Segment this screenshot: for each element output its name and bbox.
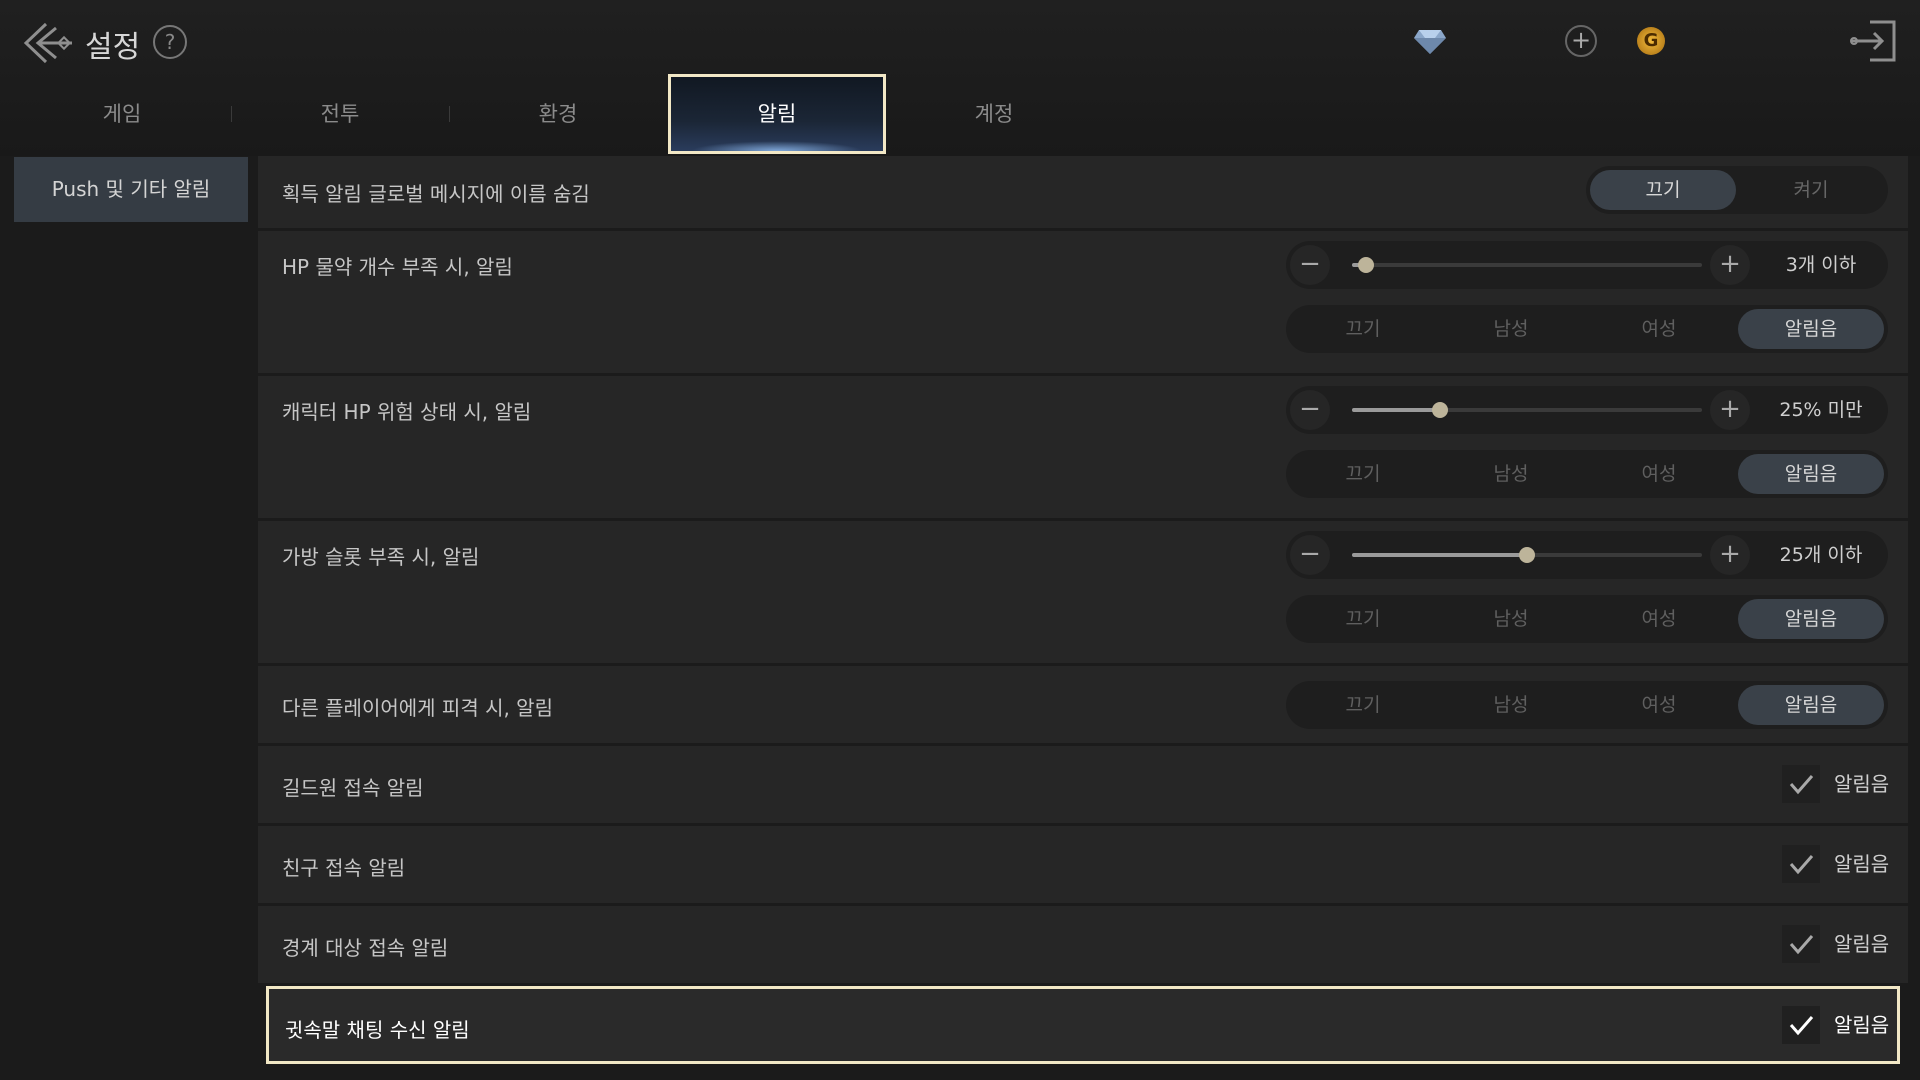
sound-option-male[interactable]: 남성 (1438, 599, 1584, 639)
toggle-on-option[interactable]: 켜기 (1738, 170, 1884, 210)
sound-option-off[interactable]: 끄기 (1290, 685, 1436, 725)
setting-label: 귓속말 채팅 수신 알림 (285, 1018, 470, 1042)
threshold-slider: − + 25개 이하 (1286, 531, 1888, 579)
slider-track[interactable] (1352, 547, 1702, 563)
chime-checkbox[interactable]: 알림음 (1782, 1006, 1912, 1046)
slider-value: 25개 이하 (1779, 544, 1863, 566)
checkbox-label: 알림음 (1834, 1013, 1890, 1037)
exit-icon (1850, 20, 1896, 62)
setting-label: 다른 플레이어에게 피격 시, 알림 (282, 696, 553, 720)
setting-label: 획득 알림 글로벌 메시지에 이름 숨김 (282, 182, 590, 206)
back-arrow-icon (23, 22, 72, 64)
help-icon[interactable]: ? (153, 25, 187, 59)
settings-list: 획득 알림 글로벌 메시지에 이름 숨김 끄기 켜기 HP 물약 개수 부족 시… (258, 156, 1908, 1080)
tab-combat[interactable]: 전투 (231, 74, 449, 154)
gold-coin-icon: G (1637, 27, 1665, 55)
checkbox-label: 알림음 (1834, 772, 1890, 796)
decrease-button[interactable]: − (1290, 245, 1330, 285)
sound-option-male[interactable]: 남성 (1438, 454, 1584, 494)
setting-row-hp-potion: HP 물약 개수 부족 시, 알림 − + 3개 이하 끄기 남성 여성 알림음 (258, 231, 1908, 373)
back-button[interactable] (22, 18, 76, 68)
sound-option-off[interactable]: 끄기 (1290, 599, 1436, 639)
increase-button[interactable]: + (1710, 535, 1750, 575)
exit-button[interactable] (1848, 16, 1900, 66)
checkmark-icon (1782, 845, 1820, 883)
add-currency-button[interactable]: + (1565, 25, 1597, 57)
slider-fill (1352, 408, 1440, 412)
setting-row-whisper[interactable]: 귓속말 채팅 수신 알림 알림음 (266, 986, 1900, 1064)
setting-row-pvp-hit: 다른 플레이어에게 피격 시, 알림 끄기 남성 여성 알림음 (258, 666, 1908, 743)
setting-row-bag-slot: 가방 슬롯 부족 시, 알림 − + 25개 이하 끄기 남성 여성 알림음 (258, 521, 1908, 663)
sound-option-off[interactable]: 끄기 (1290, 454, 1436, 494)
sound-option-chime[interactable]: 알림음 (1738, 685, 1884, 725)
sound-selector: 끄기 남성 여성 알림음 (1286, 450, 1888, 498)
tab-notifications[interactable]: 알림 (668, 74, 886, 154)
setting-label: 친구 접속 알림 (282, 856, 406, 880)
threshold-slider: − + 25% 미만 (1286, 386, 1888, 434)
toggle-off-option[interactable]: 끄기 (1590, 170, 1736, 210)
chime-checkbox[interactable]: 알림음 (1782, 845, 1912, 885)
increase-button[interactable]: + (1710, 390, 1750, 430)
setting-row-watch-login: 경계 대상 접속 알림 알림음 (258, 906, 1908, 983)
page-title: 설정 (85, 30, 141, 65)
sound-option-male[interactable]: 남성 (1438, 309, 1584, 349)
slider-handle[interactable] (1519, 547, 1535, 563)
setting-row-hide-name: 획득 알림 글로벌 메시지에 이름 숨김 끄기 켜기 (258, 156, 1908, 228)
sound-option-off[interactable]: 끄기 (1290, 309, 1436, 349)
checkbox-label: 알림음 (1834, 932, 1890, 956)
tab-bar: 게임 전투 환경 알림 계정 (0, 74, 1100, 154)
slider-fill (1352, 553, 1527, 557)
slider-track[interactable] (1352, 402, 1702, 418)
checkbox-label: 알림음 (1834, 852, 1890, 876)
setting-row-character-hp: 캐릭터 HP 위험 상태 시, 알림 − + 25% 미만 끄기 남성 여성 알… (258, 376, 1908, 518)
threshold-slider: − + 3개 이하 (1286, 241, 1888, 289)
on-off-toggle: 끄기 켜기 (1586, 166, 1888, 214)
sound-option-female[interactable]: 여성 (1586, 309, 1732, 349)
sound-selector: 끄기 남성 여성 알림음 (1286, 595, 1888, 643)
sound-option-chime[interactable]: 알림음 (1738, 454, 1884, 494)
sound-selector: 끄기 남성 여성 알림음 (1286, 305, 1888, 353)
decrease-button[interactable]: − (1290, 535, 1330, 575)
chime-checkbox[interactable]: 알림음 (1782, 765, 1912, 805)
sound-selector: 끄기 남성 여성 알림음 (1286, 681, 1888, 729)
sidebar-item-push-notifications[interactable]: Push 및 기타 알림 (14, 157, 248, 222)
slider-track[interactable] (1352, 257, 1702, 273)
slider-value: 3개 이하 (1785, 254, 1857, 276)
sound-option-male[interactable]: 남성 (1438, 685, 1584, 725)
sound-option-chime[interactable]: 알림음 (1738, 309, 1884, 349)
checkmark-icon (1782, 765, 1820, 803)
checkmark-icon (1782, 925, 1820, 963)
diamond-icon[interactable] (1413, 26, 1447, 56)
tab-environment[interactable]: 환경 (449, 74, 667, 154)
checkmark-icon (1782, 1006, 1820, 1044)
slider-handle[interactable] (1431, 402, 1448, 418)
setting-label: 길드원 접속 알림 (282, 776, 424, 800)
tab-account[interactable]: 계정 (885, 74, 1103, 154)
sound-option-female[interactable]: 여성 (1586, 599, 1732, 639)
setting-label: 경계 대상 접속 알림 (282, 936, 449, 960)
tab-active-glow (691, 141, 863, 151)
sound-option-chime[interactable]: 알림음 (1738, 599, 1884, 639)
setting-label: HP 물약 개수 부족 시, 알림 (282, 255, 513, 279)
sound-option-female[interactable]: 여성 (1586, 454, 1732, 494)
chime-checkbox[interactable]: 알림음 (1782, 925, 1912, 965)
tab-notifications-label: 알림 (757, 102, 797, 126)
setting-row-guild-login: 길드원 접속 알림 알림음 (258, 746, 1908, 823)
increase-button[interactable]: + (1710, 245, 1750, 285)
setting-label: 가방 슬롯 부족 시, 알림 (282, 545, 480, 569)
setting-label: 캐릭터 HP 위험 상태 시, 알림 (282, 400, 532, 424)
setting-row-friend-login: 친구 접속 알림 알림음 (258, 826, 1908, 903)
sound-option-female[interactable]: 여성 (1586, 685, 1732, 725)
slider-value: 25% 미만 (1779, 399, 1863, 421)
tab-game[interactable]: 게임 (13, 74, 231, 154)
decrease-button[interactable]: − (1290, 390, 1330, 430)
slider-handle[interactable] (1358, 257, 1374, 273)
